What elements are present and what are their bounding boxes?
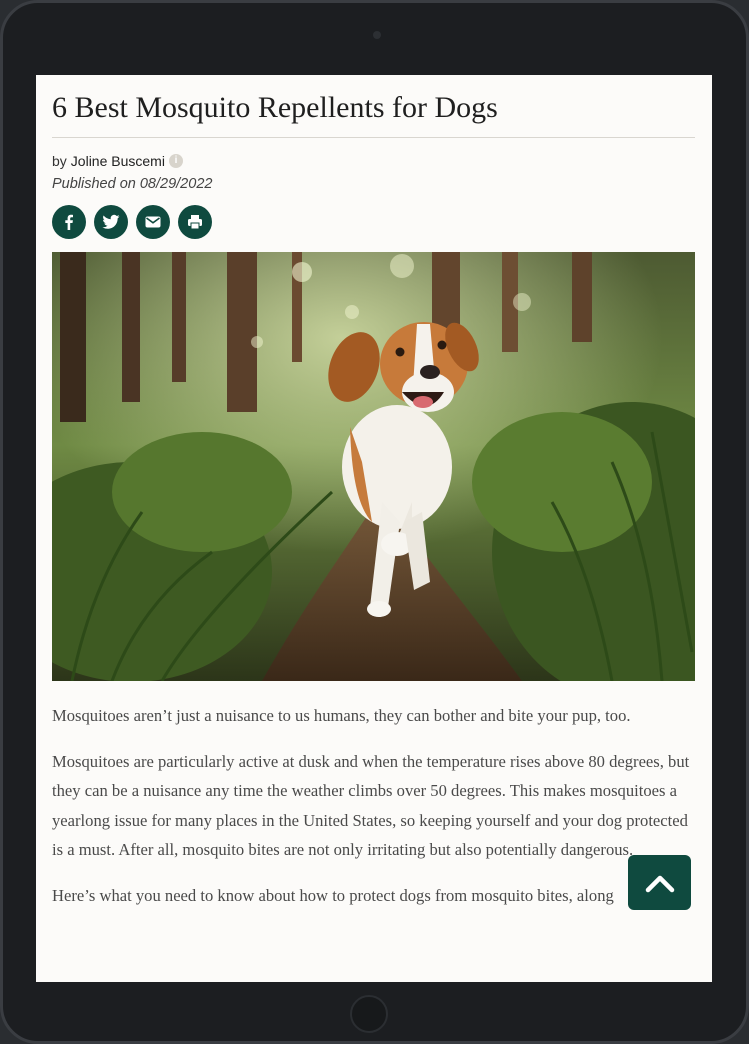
back-to-top-button[interactable] [628, 855, 691, 910]
dog-photo [52, 252, 695, 681]
facebook-icon [65, 214, 73, 230]
info-icon[interactable]: i [168, 154, 183, 168]
home-button[interactable] [350, 995, 388, 1033]
email-icon [145, 216, 161, 228]
byline: by Joline Buscemi i [52, 153, 183, 169]
print-icon [188, 215, 202, 230]
browser-viewport[interactable]: 6 Best Mosquito Repellents for Dogs by J… [36, 75, 712, 982]
chevron-up-icon [645, 875, 674, 892]
tablet-frame: 6 Best Mosquito Repellents for Dogs by J… [0, 0, 749, 1044]
paragraph-2: Mosquitoes are particularly active at du… [52, 751, 690, 860]
article-body: Mosquitoes aren’t just a nuisance to us … [52, 701, 695, 926]
publish-date: Published on 08/29/2022 [52, 176, 213, 192]
facebook-share-button[interactable] [52, 205, 86, 239]
author-link[interactable]: Joline Buscemi [71, 153, 165, 169]
email-share-button[interactable] [136, 205, 170, 239]
front-camera [373, 31, 381, 39]
hero-image [52, 252, 695, 681]
paragraph-1: Mosquitoes aren’t just a nuisance to us … [52, 706, 631, 725]
paragraph-3: Here’s what you need to know about how t… [52, 885, 614, 905]
print-button[interactable] [178, 205, 212, 239]
share-bar [52, 205, 212, 239]
article-title: 6 Best Mosquito Repellents for Dogs [52, 91, 498, 124]
twitter-icon [102, 214, 120, 229]
twitter-share-button[interactable] [94, 205, 128, 239]
byline-prefix: by [52, 153, 67, 169]
title-divider [52, 137, 695, 138]
